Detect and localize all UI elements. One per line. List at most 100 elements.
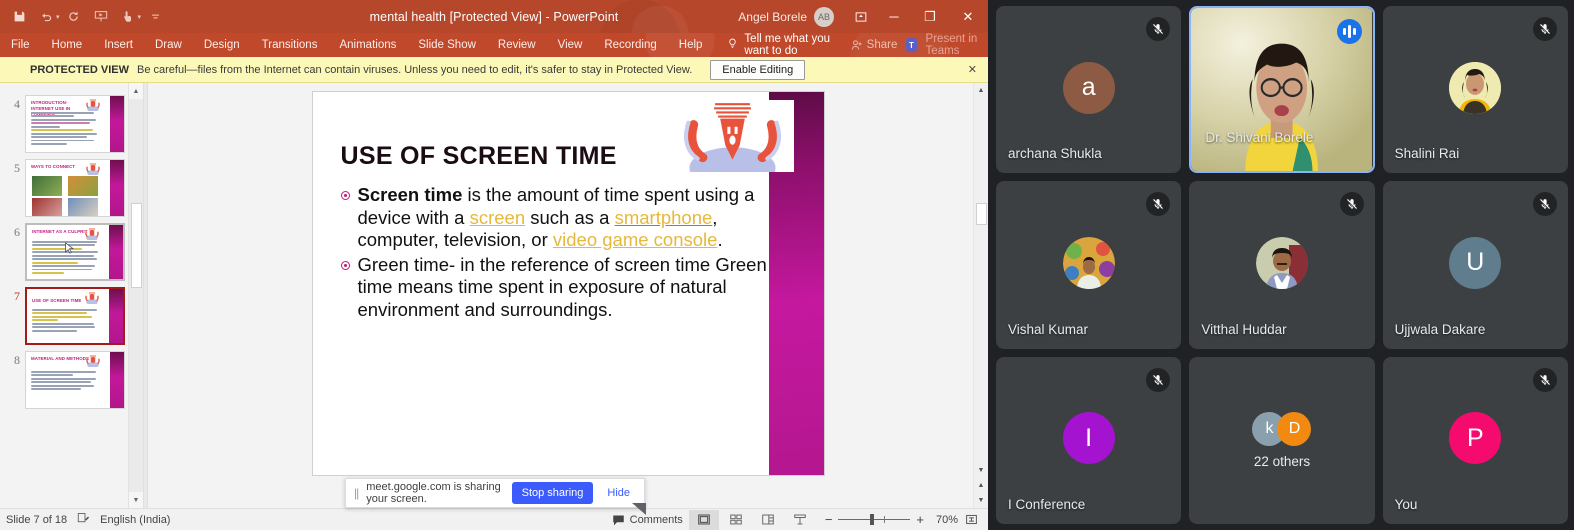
save-icon[interactable] bbox=[6, 5, 32, 29]
bullet-seg: such as a bbox=[525, 206, 615, 228]
customize-quick-access-icon[interactable] bbox=[142, 5, 168, 29]
zoom-out-button[interactable]: − bbox=[825, 512, 833, 527]
bullet-dot-icon bbox=[340, 254, 351, 322]
share-button[interactable]: Share bbox=[851, 39, 897, 51]
thumbnail-item[interactable]: 8 MATERIAL AND METHODS bbox=[0, 345, 143, 409]
normal-view-icon[interactable] bbox=[688, 509, 719, 530]
scrollbar-track[interactable] bbox=[129, 99, 143, 492]
slideshow-icon[interactable] bbox=[88, 5, 114, 29]
scroll-down-icon[interactable]: ▼ bbox=[974, 463, 988, 478]
scroll-up-icon[interactable]: ▲ bbox=[129, 83, 143, 99]
avatar: P bbox=[1449, 412, 1502, 465]
thumbnail-number: 7 bbox=[14, 289, 20, 303]
tab-file[interactable]: File bbox=[0, 33, 41, 57]
shield-icon bbox=[8, 62, 22, 78]
slide-show-icon[interactable] bbox=[785, 510, 815, 530]
participant-tile-archana-shukla[interactable]: a archana Shukla bbox=[996, 6, 1182, 174]
close-button[interactable]: ✕ bbox=[948, 0, 988, 33]
avatar[interactable]: AB bbox=[814, 6, 834, 27]
reading-view-icon[interactable] bbox=[753, 510, 783, 530]
thumbnail-body-lines bbox=[31, 371, 103, 392]
slide-accent-bar bbox=[110, 160, 124, 216]
slide-bullet: Green time- in the reference of screen t… bbox=[340, 254, 771, 322]
participant-tile-dr-shivani-borele[interactable]: Dr. Shivani Borele bbox=[1189, 6, 1375, 174]
bullet-link-smartphone[interactable]: smartphone bbox=[615, 207, 713, 228]
participant-tile-you[interactable]: P You bbox=[1382, 356, 1568, 524]
tell-me-search[interactable]: Tell me what you want to do bbox=[727, 33, 850, 57]
tab-home[interactable]: Home bbox=[41, 33, 94, 57]
thumbnail-slide-5[interactable]: WAYS TO CONNECT bbox=[25, 159, 125, 217]
tab-insert[interactable]: Insert bbox=[93, 33, 144, 57]
tab-review[interactable]: Review bbox=[487, 33, 547, 57]
participant-grid: a archana Shukla Dr. Shivani Borele Shal… bbox=[996, 6, 1568, 524]
zoom-in-button[interactable]: + bbox=[916, 512, 924, 527]
avatar: U bbox=[1449, 236, 1502, 289]
participant-tile-ujjwala-dakare[interactable]: U Ujjwala Dakare bbox=[1382, 181, 1568, 349]
present-in-teams-button[interactable]: Present in Teams bbox=[926, 33, 982, 57]
scroll-up-icon[interactable]: ▲ bbox=[974, 83, 988, 98]
undo-dropdown-icon[interactable]: ▾ bbox=[56, 13, 60, 21]
account-name[interactable]: Angel Borele bbox=[738, 10, 807, 24]
touch-mode-dropdown-icon[interactable]: ▾ bbox=[138, 13, 142, 21]
thumbnails-scrollbar[interactable]: ▲ ▼ bbox=[128, 83, 143, 508]
stop-sharing-button[interactable]: Stop sharing bbox=[511, 482, 594, 504]
others-count-label: 22 others bbox=[1253, 453, 1311, 469]
thumbnail-item[interactable]: 5 WAYS TO CONNECT bbox=[0, 153, 143, 217]
minimize-button[interactable]: ─ bbox=[876, 0, 912, 33]
mic-off-icon bbox=[1532, 17, 1557, 41]
thumbnail-item[interactable]: 7 USE OF SCREEN TIME bbox=[0, 281, 143, 345]
ribbon-display-options-icon[interactable] bbox=[846, 0, 876, 33]
tab-draw[interactable]: Draw bbox=[144, 33, 193, 57]
zoom-control[interactable]: − + 70% bbox=[825, 512, 958, 527]
drag-handle-icon[interactable]: || bbox=[354, 486, 359, 500]
mic-off-icon bbox=[1339, 192, 1364, 217]
tab-help[interactable]: Help bbox=[668, 33, 714, 57]
thumbnail-slide-4[interactable]: INTRODUCTION- INTERNET USE IN PANDEMIC bbox=[25, 95, 125, 153]
participant-tile-shalini-rai[interactable]: Shalini Rai bbox=[1382, 6, 1568, 174]
participant-tile-vishal-kumar[interactable]: Vishal Kumar bbox=[996, 181, 1182, 349]
zoom-slider[interactable] bbox=[838, 514, 911, 525]
scroll-down-icon[interactable]: ▼ bbox=[129, 492, 143, 508]
sharing-message: meet.google.com is sharing your screen. bbox=[366, 481, 501, 505]
slide-thumbnails-pane[interactable]: 4 INTRODUCTION- INTERNET USE IN PANDEMIC bbox=[0, 83, 143, 508]
tab-transitions[interactable]: Transitions bbox=[251, 33, 329, 57]
maximize-button[interactable]: ❐ bbox=[912, 0, 948, 33]
thumbnail-item[interactable]: 6 INTERNET AS A CULPRIT bbox=[0, 217, 143, 281]
scrollbar-thumb[interactable] bbox=[976, 203, 987, 225]
slide-sorter-icon[interactable] bbox=[721, 510, 751, 530]
tab-slide-show[interactable]: Slide Show bbox=[407, 33, 487, 57]
hide-button[interactable]: Hide bbox=[601, 487, 636, 499]
tab-recording[interactable]: Recording bbox=[593, 33, 667, 57]
scrollbar-thumb[interactable] bbox=[131, 203, 142, 288]
screen-sharing-toast: || meet.google.com is sharing your scree… bbox=[345, 478, 646, 515]
thumbnail-item[interactable]: 4 INTRODUCTION- INTERNET USE IN PANDEMIC bbox=[0, 89, 143, 153]
enable-editing-button[interactable]: Enable Editing bbox=[710, 59, 806, 80]
thumbnail-slide-8[interactable]: MATERIAL AND METHODS bbox=[25, 351, 125, 409]
canvas-scrollbar[interactable]: ▲ ▼ ▲ ▼ bbox=[973, 83, 988, 508]
accessibility-icon[interactable] bbox=[77, 512, 90, 527]
slide-title: USE OF SCREEN TIME bbox=[340, 142, 617, 170]
comments-button[interactable]: Comments bbox=[612, 514, 683, 526]
tab-design[interactable]: Design bbox=[193, 33, 251, 57]
zoom-level[interactable]: 70% bbox=[930, 514, 958, 526]
tab-animations[interactable]: Animations bbox=[328, 33, 407, 57]
zoom-slider-handle[interactable] bbox=[870, 514, 875, 525]
tab-view[interactable]: View bbox=[547, 33, 594, 57]
participant-name: Dr. Shivani Borele bbox=[1205, 130, 1314, 146]
next-slide-icon[interactable]: ▼ bbox=[974, 493, 988, 508]
thumbnail-slide-7[interactable]: USE OF SCREEN TIME bbox=[25, 287, 125, 345]
participant-tile-vitthal-huddar[interactable]: Vitthal Huddar bbox=[1189, 181, 1375, 349]
bullet-link-screen[interactable]: screen bbox=[470, 207, 526, 228]
thumbnail-slide-6[interactable]: INTERNET AS A CULPRIT bbox=[25, 223, 125, 281]
mic-off-icon bbox=[1532, 192, 1557, 217]
participant-tile-i-conference[interactable]: I I Conference bbox=[996, 356, 1182, 524]
language-indicator[interactable]: English (India) bbox=[100, 514, 170, 526]
stress-person-icon bbox=[85, 292, 99, 304]
bullet-link-video-game-console[interactable]: video game console bbox=[553, 229, 718, 250]
close-icon[interactable]: ✕ bbox=[968, 63, 980, 76]
redo-icon[interactable] bbox=[61, 5, 87, 29]
fit-slide-icon[interactable] bbox=[960, 510, 982, 530]
previous-slide-icon[interactable]: ▲ bbox=[974, 478, 988, 493]
participant-tile-others[interactable]: k D 22 others bbox=[1189, 356, 1375, 524]
current-slide[interactable]: USE OF SCREEN TIME Screen time is the am… bbox=[311, 91, 825, 476]
